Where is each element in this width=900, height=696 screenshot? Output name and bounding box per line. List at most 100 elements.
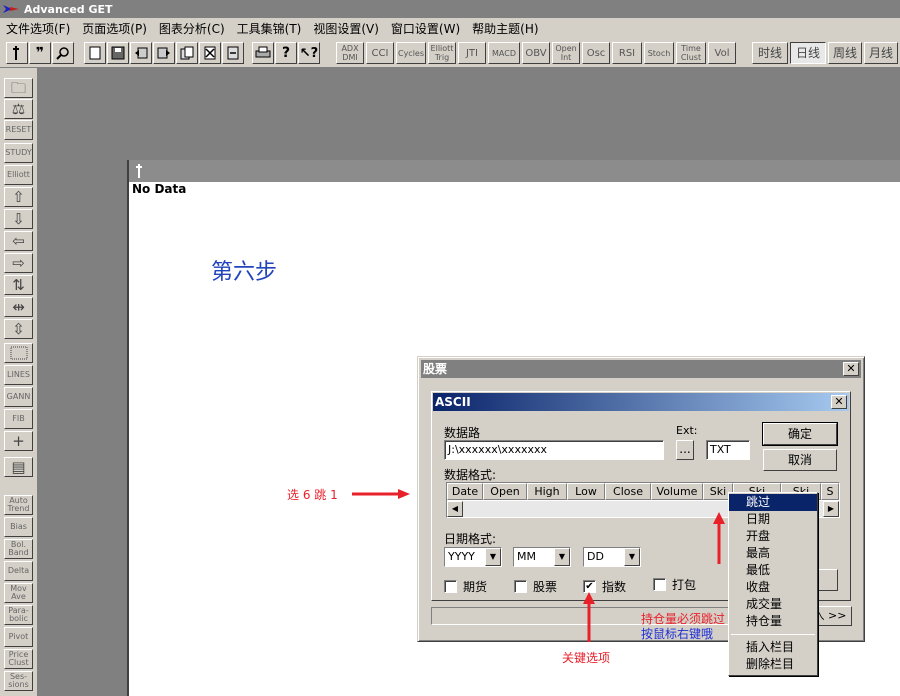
sessions-tool[interactable]: Ses-sions [4,671,33,691]
quote-tool-button[interactable]: ❞ [29,42,51,64]
indicator-jti-button[interactable]: JTI [458,42,486,64]
column-date[interactable]: Date [447,483,483,500]
period-monthly-button[interactable]: 月线 [864,42,898,64]
lines-tool[interactable]: LINES [4,365,33,385]
save-button[interactable] [107,42,129,64]
stock-checkbox-box[interactable] [514,580,527,593]
futures-checkbox-box[interactable] [444,580,457,593]
ctx-item-open[interactable]: 开盘 [729,528,817,545]
ctx-item-date[interactable]: 日期 [729,511,817,528]
reset-tool[interactable]: RESET [4,120,33,140]
dialog-close-button[interactable]: ✕ [843,362,859,376]
close-page-button[interactable] [222,42,244,64]
column-high[interactable]: High [527,483,567,500]
pack-checkbox-box[interactable] [653,578,666,591]
column-low[interactable]: Low [567,483,605,500]
prev-page-button[interactable] [130,42,152,64]
study-tool[interactable]: STUDY [4,143,33,163]
indicator-cycles-button[interactable]: Cycles [396,42,426,64]
indicator-adx-dmi-button[interactable]: ADX DMI [336,42,364,64]
period-weekly-button[interactable]: 周线 [828,42,862,64]
futures-checkbox[interactable]: 期货 [444,578,487,595]
menu-page[interactable]: 页面选项(P) [76,20,153,37]
pack-checkbox[interactable]: 打包 [653,576,696,593]
year-format-select[interactable]: YYYY ▼ [444,547,502,567]
indicator-vol-button[interactable]: Vol [708,42,736,64]
cancel-button[interactable]: 取消 [763,449,837,471]
indicator-rsi-button[interactable]: RSI [612,42,642,64]
copy-page-button[interactable] [176,42,198,64]
auto-trend-tool[interactable]: Auto Trend [4,495,33,515]
indicator-stoch-button[interactable]: Stoch [644,42,674,64]
left-arrow-tool[interactable]: ⇦ [4,231,33,251]
menu-help[interactable]: 帮助主题(H) [466,20,544,37]
column-open[interactable]: Open [483,483,527,500]
right-arrow-tool[interactable]: ⇨ [4,253,33,273]
next-page-button[interactable] [153,42,175,64]
ext-input[interactable]: TXT [706,440,750,460]
down-arrow-tool[interactable]: ⇩ [4,209,33,229]
ascii-close-button[interactable]: ✕ [831,395,847,409]
indicator-open-int-button[interactable]: Open Int [552,42,580,64]
delete-page-button[interactable] [199,42,221,64]
print-button[interactable] [252,42,274,64]
expand-vertical-tool[interactable]: ⇳ [4,319,33,339]
up-arrow-tool[interactable]: ⇧ [4,187,33,207]
delta-tool[interactable]: Delta [4,561,33,581]
ctx-item-insert-column[interactable]: 插入栏目 [729,639,817,656]
indicator-elliott-trig-button[interactable]: Elliott Trig [428,42,456,64]
indicator-macd-button[interactable]: MACD [488,42,520,64]
pivot-tool[interactable]: Pivot [4,627,33,647]
scale-tool[interactable]: ⚖ [4,99,33,119]
period-hourly-button[interactable]: 时线 [752,42,788,64]
zoom-button[interactable] [52,42,74,64]
scroll-right-button[interactable]: ▶ [823,501,839,517]
ctx-item-delete-column[interactable]: 删除栏目 [729,656,817,673]
crosshair-tool[interactable]: + [4,431,33,451]
column-skip-4[interactable]: S [821,483,839,500]
scroll-left-button[interactable]: ◀ [447,501,463,517]
column-close[interactable]: Close [605,483,651,500]
menu-tools[interactable]: 工具集锦(T) [231,20,308,37]
indicator-time-clust-button[interactable]: Time Clust [676,42,706,64]
indicator-osc-button[interactable]: Osc [582,42,610,64]
fib-tool[interactable]: FIB [4,409,33,429]
menu-file[interactable]: 文件选项(F) [0,20,76,37]
period-daily-button[interactable]: 日线 [790,42,826,64]
bias-tool[interactable]: Bias [4,517,33,537]
menu-chart[interactable]: 图表分析(C) [153,20,231,37]
ctx-item-low[interactable]: 最低 [729,562,817,579]
ctx-item-skip[interactable]: 跳过 [729,494,817,511]
stock-checkbox[interactable]: 股票 [514,578,557,595]
ctx-item-volume[interactable]: 成交量 [729,596,817,613]
expand-horizontal-tool[interactable]: ⇹ [4,297,33,317]
elliott-tool[interactable]: Elliott [4,165,33,185]
open-folder-tool[interactable]: 🗀 [4,78,33,98]
data-path-input[interactable]: J:\xxxxxx\xxxxxxx [444,440,664,460]
price-clust-tool[interactable]: Price Clust [4,649,33,669]
ctx-item-high[interactable]: 最高 [729,545,817,562]
parabolic-tool[interactable]: Para-bolic [4,605,33,625]
menu-window[interactable]: 窗口设置(W) [385,20,466,37]
gann-tool[interactable]: GANN [4,387,33,407]
menu-view[interactable]: 视图设置(V) [307,20,385,37]
mov-ave-tool[interactable]: Mov Ave [4,583,33,603]
column-context-menu: 跳过 日期 开盘 最高 最低 收盘 成交量 持仓量 插入栏目 删除栏目 [728,492,818,676]
day-format-select[interactable]: DD ▼ [583,547,641,567]
ctx-item-close[interactable]: 收盘 [729,579,817,596]
hint-button[interactable]: ? [275,42,297,64]
notes-tool[interactable]: ▤ [4,457,33,477]
bol-band-tool[interactable]: Bol. Band [4,539,33,559]
cursor-tool-button[interactable] [6,42,28,64]
new-page-button[interactable] [84,42,106,64]
grid-tool[interactable] [4,343,33,363]
indicator-obv-button[interactable]: OBV [522,42,550,64]
context-help-button[interactable]: ↖? [298,42,320,64]
browse-button[interactable]: ... [676,440,694,460]
month-format-select[interactable]: MM ▼ [513,547,571,567]
ctx-item-open-interest[interactable]: 持仓量 [729,613,817,630]
column-volume[interactable]: Volume [651,483,703,500]
indicator-cci-button[interactable]: CCI [366,42,394,64]
ok-button[interactable]: 确定 [762,422,838,446]
up-down-tool[interactable]: ⇅ [4,275,33,295]
